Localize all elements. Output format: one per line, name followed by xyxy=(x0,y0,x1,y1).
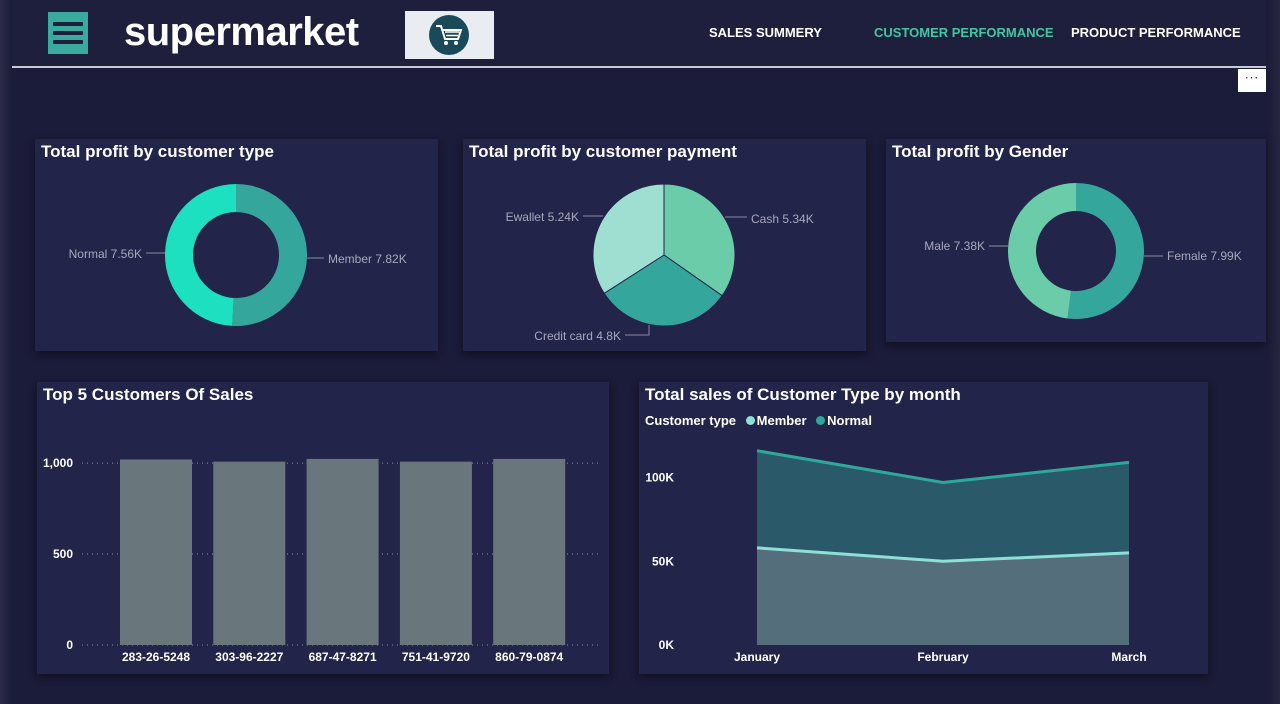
y-tick-label: 0 xyxy=(66,638,73,652)
gender-donut: Female 7.99K Male 7.38K xyxy=(924,183,1242,319)
payment-card: Total profit by customer payment Cash 5.… xyxy=(463,139,866,351)
slice-female xyxy=(1067,183,1145,319)
bar-751-41-9720 xyxy=(399,461,472,645)
y-tick-label: 500 xyxy=(53,547,73,561)
top-customers-bar-chart: 0 500 1,000 283-26-5248 303-96-2227 687-47-82… xyxy=(43,456,601,664)
more-options-button[interactable]: ··· xyxy=(1238,69,1266,92)
slice-label-male: Male 7.38K xyxy=(924,239,985,253)
left-frame xyxy=(0,0,12,704)
y-tick-label: 100K xyxy=(645,471,674,485)
x-tick-label: 303-96-2227 xyxy=(215,650,283,664)
bar-687-47-8271 xyxy=(306,458,379,645)
x-tick-label: February xyxy=(917,650,969,664)
slice-label-member: Member 7.82K xyxy=(328,252,407,266)
x-tick-label: March xyxy=(1111,650,1146,664)
gender-card: Total profit by Gender Female 7.99K Male … xyxy=(886,139,1266,342)
logo-text: supermarket xyxy=(124,10,359,54)
right-frame xyxy=(1266,0,1280,704)
leader-line-credit-card xyxy=(625,325,650,336)
customer-type-card: Total profit by customer type Member 7.8… xyxy=(35,139,438,351)
menu-icon[interactable] xyxy=(48,12,88,54)
slice-male xyxy=(1008,183,1076,319)
slice-member xyxy=(232,184,308,326)
slice-label-cash: Cash 5.34K xyxy=(751,212,814,226)
x-tick-label: 860-79-0874 xyxy=(495,650,563,664)
monthly-sales-area-chart: 0K 50K 100K January February March xyxy=(645,449,1147,664)
bar-860-79-0874 xyxy=(493,458,566,645)
top-customers-card: Top 5 Customers Of Sales 0 500 1,000 283-26… xyxy=(37,382,609,674)
shopping-cart-icon xyxy=(429,15,469,55)
slice-label-female: Female 7.99K xyxy=(1167,249,1242,263)
bar-303-96-2227 xyxy=(213,461,286,645)
header-bar: supermarket SALES SUMMERY CUSTOMER PERFO… xyxy=(12,0,1266,68)
slice-label-credit-card: Credit card 4.8K xyxy=(534,329,621,343)
nav-product-performance[interactable]: PRODUCT PERFORMANCE xyxy=(1071,25,1241,40)
y-tick-label: 50K xyxy=(652,554,674,568)
monthly-sales-card: Total sales of Customer Type by month Cu… xyxy=(639,382,1208,674)
y-tick-label: 0K xyxy=(659,638,675,652)
x-tick-label: 751-41-9720 xyxy=(402,650,470,664)
x-tick-label: January xyxy=(734,650,780,664)
x-tick-label: 687-47-8271 xyxy=(309,650,377,664)
cart-logo xyxy=(405,11,494,59)
payment-pie: Cash 5.34K Credit card 4.8K Ewallet 5.24K xyxy=(506,183,814,343)
slice-label-ewallet: Ewallet 5.24K xyxy=(506,210,579,224)
slice-normal xyxy=(165,184,236,326)
nav-customer-performance[interactable]: CUSTOMER PERFORMANCE xyxy=(874,25,1054,40)
nav-sales-summery[interactable]: SALES SUMMERY xyxy=(709,25,822,40)
bar-283-26-5248 xyxy=(120,459,192,645)
x-tick-label: 283-26-5248 xyxy=(122,650,190,664)
customer-type-donut: Member 7.82K Normal 7.56K xyxy=(69,184,407,326)
y-tick-label: 1,000 xyxy=(43,456,73,470)
slice-label-normal: Normal 7.56K xyxy=(69,247,142,261)
